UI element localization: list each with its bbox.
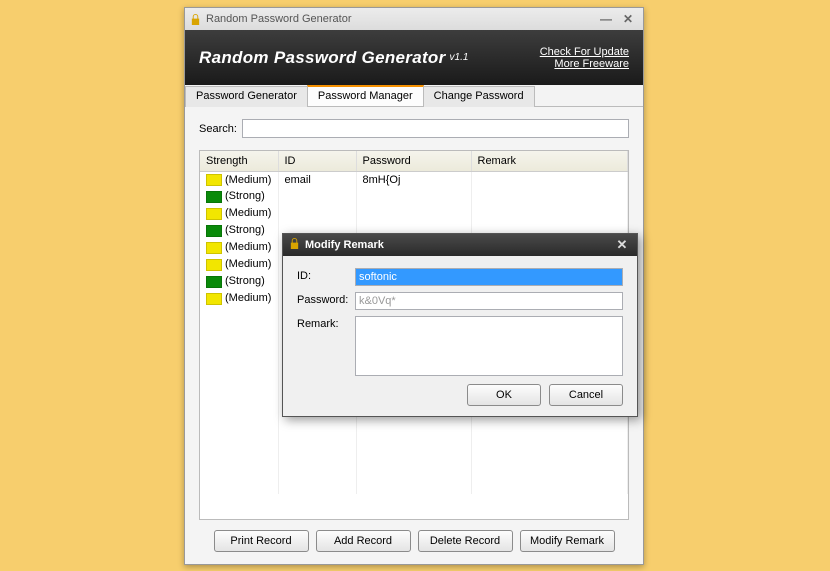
modify-remark-button[interactable]: Modify Remark bbox=[520, 530, 615, 552]
print-record-button[interactable]: Print Record bbox=[214, 530, 309, 552]
col-password[interactable]: Password bbox=[356, 151, 471, 171]
col-strength[interactable]: Strength bbox=[200, 151, 278, 171]
add-record-button[interactable]: Add Record bbox=[316, 530, 411, 552]
dialog-title: Modify Remark bbox=[305, 239, 384, 251]
search-row: Search: bbox=[199, 119, 629, 138]
search-label: Search: bbox=[199, 123, 237, 135]
tab-bar: Password Generator Password Manager Chan… bbox=[185, 85, 643, 107]
tab-password-manager[interactable]: Password Manager bbox=[307, 85, 424, 106]
col-remark[interactable]: Remark bbox=[471, 151, 628, 171]
id-input[interactable] bbox=[355, 268, 623, 286]
titlebar[interactable]: Random Password Generator — ✕ bbox=[185, 8, 643, 30]
dialog-titlebar[interactable]: Modify Remark ✕ bbox=[283, 234, 637, 256]
modify-remark-dialog: Modify Remark ✕ ID: Password: Remark: OK… bbox=[282, 233, 638, 417]
delete-record-button[interactable]: Delete Record bbox=[418, 530, 513, 552]
banner-links: Check For Update More Freeware bbox=[540, 46, 629, 70]
window-title: Random Password Generator bbox=[206, 13, 352, 25]
tab-password-generator[interactable]: Password Generator bbox=[185, 86, 308, 107]
table-row[interactable]: (Medium)email8mH{Oj bbox=[200, 171, 628, 188]
minimize-button[interactable]: — bbox=[595, 11, 617, 27]
remark-label: Remark: bbox=[297, 316, 355, 330]
dialog-close-button[interactable]: ✕ bbox=[613, 237, 631, 253]
search-input[interactable] bbox=[242, 119, 629, 138]
remark-input[interactable] bbox=[355, 316, 623, 376]
check-update-link[interactable]: Check For Update bbox=[540, 46, 629, 58]
app-version: v1.1 bbox=[450, 52, 469, 63]
app-title: Random Password Generator bbox=[199, 48, 446, 68]
lock-icon bbox=[189, 12, 201, 26]
col-id[interactable]: ID bbox=[278, 151, 356, 171]
ok-button[interactable]: OK bbox=[467, 384, 541, 406]
id-label: ID: bbox=[297, 268, 355, 282]
password-input bbox=[355, 292, 623, 310]
tab-change-password[interactable]: Change Password bbox=[423, 86, 535, 107]
dialog-body: ID: Password: Remark: OK Cancel bbox=[283, 256, 637, 416]
password-label: Password: bbox=[297, 292, 355, 306]
banner: Random Password Generator v1.1 Check For… bbox=[185, 30, 643, 85]
cancel-button[interactable]: Cancel bbox=[549, 384, 623, 406]
more-freeware-link[interactable]: More Freeware bbox=[540, 58, 629, 70]
table-row[interactable]: (Medium) bbox=[200, 205, 628, 222]
close-button[interactable]: ✕ bbox=[617, 11, 639, 27]
table-row[interactable]: (Strong) bbox=[200, 188, 628, 205]
footer-buttons: Print Record Add Record Delete Record Mo… bbox=[199, 520, 629, 556]
lock-icon bbox=[289, 237, 300, 253]
